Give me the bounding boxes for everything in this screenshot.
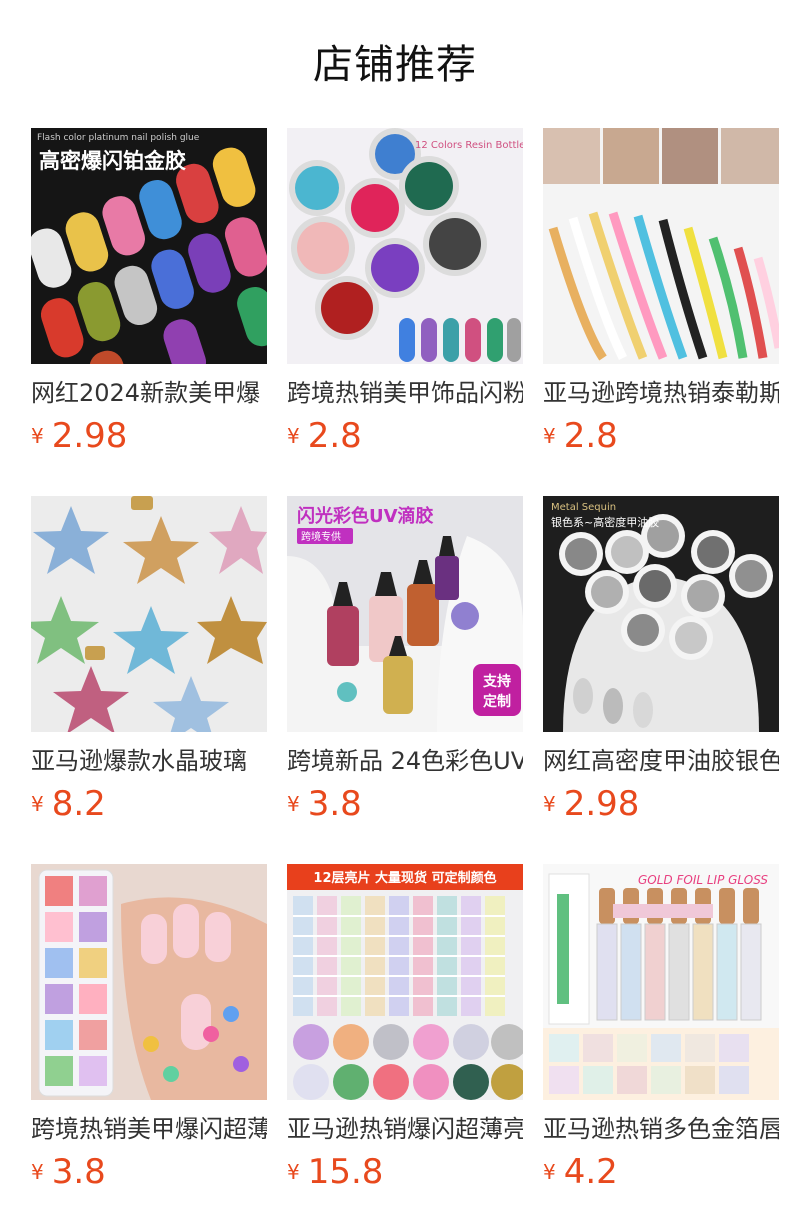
currency-symbol: ¥ [543,1160,556,1184]
price-amount: 8.2 [51,784,106,824]
sequin-stack-image[interactable]: 12层亮片 大量现货 可定制颜色 [287,864,523,1100]
product-price: ¥15.8 [287,1150,383,1194]
product-price: ¥3.8 [287,782,362,826]
product-name[interactable]: 亚马逊热销多色金箔唇 [543,1112,779,1146]
image-caption: 12层亮片 大量现货 可定制颜色 [313,870,496,886]
currency-symbol: ¥ [287,424,300,448]
price-amount: 3.8 [307,784,362,824]
product-name[interactable]: 网红2024新款美甲爆 [31,376,267,410]
product-price: ¥2.98 [543,782,639,826]
image-subcaption: Metal Sequin [551,502,616,513]
product-card[interactable]: 跨境热销美甲爆闪超薄 ¥3.8 [31,864,267,1204]
image-subcaption: Flash color platinum nail polish glue [37,133,200,143]
product-name[interactable]: 亚马逊爆款水晶玻璃 [31,744,267,778]
product-price: ¥8.2 [31,782,106,826]
product-card[interactable]: Metal Sequin 银色系~高密度甲油胶 网红高密度甲油胶银色 ¥2.98 [543,496,779,836]
product-card[interactable]: 支持 定制 闪光彩色UV滴胶 跨境专供 跨境新品 24色彩色UV ¥3.8 [287,496,523,836]
product-name[interactable]: 跨境热销美甲爆闪超薄 [31,1112,267,1146]
bead-bracelets-image[interactable] [543,128,779,364]
product-price: ¥4.2 [543,1150,618,1194]
image-caption: 银色系~高密度甲油胶 [551,515,659,529]
page-title: 店铺推荐 [313,42,477,88]
price-amount: 2.8 [307,416,362,456]
image-badge-line2: 定制 [483,693,511,710]
currency-symbol: ¥ [31,792,44,816]
product-card[interactable]: 12层亮片 大量现货 可定制颜色 亚马逊热销爆闪超薄亮 ¥ 15.8 [287,864,523,1204]
product-price: ¥3.8 [31,1150,106,1194]
product-card[interactable]: 亚马逊爆款水晶玻璃 ¥8.2 [31,496,267,836]
currency-symbol: ¥ [287,1160,300,1184]
image-subcaption: 12 Colors Resin Bottle Pearlescence [415,140,523,151]
price-amount: 15.8 [307,1152,384,1192]
nail-glitter-image[interactable]: Flash color platinum nail polish glue 高密… [31,128,267,364]
price-amount: 4.2 [563,1152,618,1192]
product-name[interactable]: 亚马逊热销爆闪超薄亮 [287,1112,523,1146]
product-price: ¥2.8 [543,414,618,458]
image-caption: GOLD FOIL LIP GLOSS [638,873,768,887]
price-amount: 2.98 [563,784,640,824]
product-price: ¥2.8 [287,414,362,458]
product-card[interactable]: 亚马逊跨境热销泰勒斯 ¥2.8 [543,128,779,468]
product-card[interactable]: GOLD FOIL LIP GLOSS 亚马逊热销多色金箔唇 ¥ 4.2 [543,864,779,1204]
flower-sequin-nails-image[interactable] [31,864,267,1100]
image-caption: 闪光彩色UV滴胶 [297,505,434,527]
silver-gel-jars-image[interactable]: Metal Sequin 银色系~高密度甲油胶 [543,496,779,732]
product-card[interactable]: 12 Colors Resin Bottle Pearlescence 跨境热销… [287,128,523,468]
product-name[interactable]: 跨境热销美甲饰品闪粉 [287,376,523,410]
currency-symbol: ¥ [31,424,44,448]
product-name[interactable]: 网红高密度甲油胶银色 [543,744,779,778]
image-caption: 高密爆闪铂金胶 [39,149,186,173]
product-name[interactable]: 跨境新品 24色彩色UV [287,744,523,778]
currency-symbol: ¥ [31,1160,44,1184]
price-amount: 2.8 [563,416,618,456]
pigment-jars-image[interactable]: 12 Colors Resin Bottle Pearlescence [287,128,523,364]
product-name[interactable]: 亚马逊跨境热销泰勒斯 [543,376,779,410]
product-price: ¥2.98 [31,414,127,458]
currency-symbol: ¥ [543,424,556,448]
currency-symbol: ¥ [543,792,556,816]
uv-resin-bottles-image[interactable]: 支持 定制 闪光彩色UV滴胶 跨境专供 [287,496,523,732]
price-amount: 3.8 [51,1152,106,1192]
product-card[interactable]: Flash color platinum nail polish glue 高密… [31,128,267,468]
image-subcaption: 跨境专供 [301,530,341,543]
image-badge-line1: 支持 [482,673,511,690]
lip-gloss-image[interactable]: GOLD FOIL LIP GLOSS [543,864,779,1100]
price-amount: 2.98 [51,416,128,456]
star-bottles-image[interactable] [31,496,267,732]
currency-symbol: ¥ [287,792,300,816]
